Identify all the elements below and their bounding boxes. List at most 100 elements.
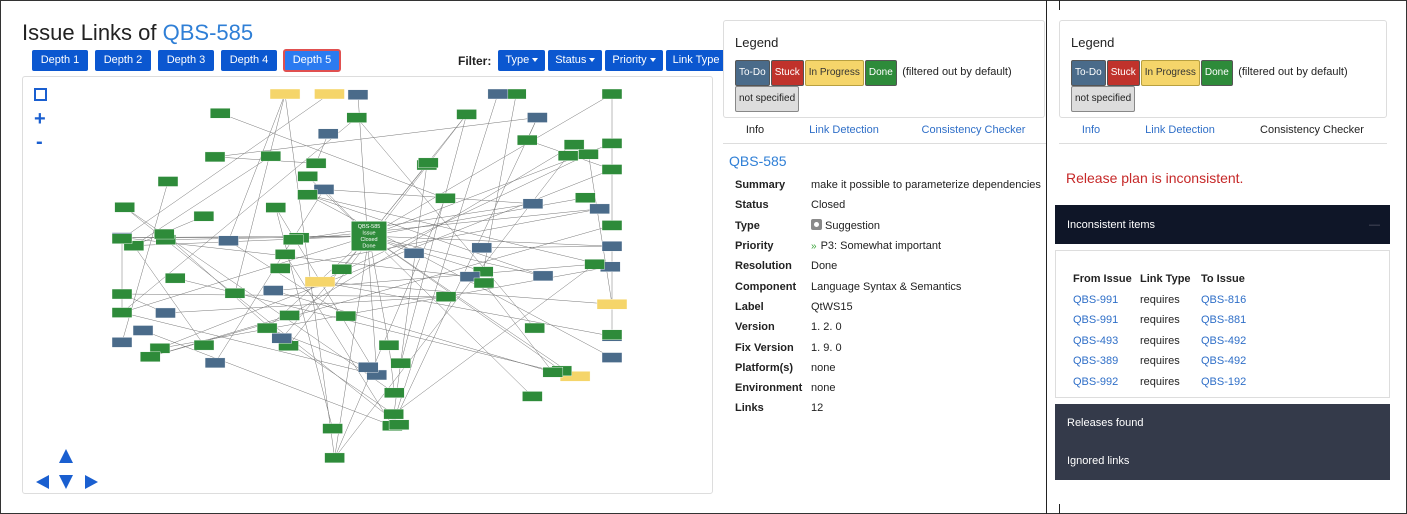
graph-node[interactable] (256, 322, 278, 334)
graph-node[interactable] (473, 277, 495, 289)
graph-node[interactable] (260, 150, 282, 162)
graph-node[interactable] (210, 108, 231, 119)
graph-node[interactable] (335, 310, 357, 322)
graph-node[interactable] (522, 391, 543, 402)
to-issue-link[interactable]: QBS-192 (1201, 376, 1261, 388)
zoom-in-icon[interactable]: + (34, 108, 46, 131)
graph-node[interactable] (524, 322, 545, 334)
graph-node[interactable] (487, 88, 509, 100)
graph-node[interactable] (601, 220, 623, 231)
from-issue-link[interactable]: QBS-389 (1073, 355, 1140, 367)
graph-node[interactable] (204, 357, 226, 369)
graph-node[interactable] (383, 408, 404, 420)
graph-node[interactable] (111, 288, 133, 300)
graph-node[interactable] (193, 211, 215, 222)
graph-node[interactable] (140, 351, 161, 363)
graph-node[interactable] (589, 203, 610, 215)
graph-node[interactable] (224, 287, 246, 299)
graph-node[interactable] (279, 310, 300, 321)
info-issue-key[interactable]: QBS-585 (729, 153, 787, 169)
graph-node[interactable] (575, 192, 596, 203)
graph-node[interactable] (601, 164, 623, 175)
graph-node[interactable] (388, 419, 410, 431)
graph-node[interactable] (111, 337, 133, 348)
graph-node[interactable] (435, 193, 456, 204)
graph-node[interactable] (378, 340, 400, 351)
graph-node[interactable] (265, 202, 286, 213)
graph-node[interactable] (601, 241, 623, 252)
graph-node[interactable] (557, 150, 579, 161)
graph-node[interactable] (132, 325, 154, 336)
graph-node[interactable] (305, 158, 327, 169)
filter-status-dropdown[interactable]: Status (548, 50, 603, 71)
arrow-up-icon[interactable] (59, 449, 73, 463)
graph-node[interactable] (471, 242, 492, 254)
graph-node[interactable] (532, 270, 554, 282)
ignored-links-header[interactable]: Ignored links (1055, 442, 1390, 480)
graph-node[interactable] (578, 149, 599, 160)
fit-view-icon[interactable] (34, 88, 47, 101)
from-issue-link[interactable]: QBS-493 (1073, 335, 1140, 347)
to-issue-link[interactable]: QBS-492 (1201, 355, 1261, 367)
from-issue-link[interactable]: QBS-991 (1073, 294, 1140, 306)
depth-3-button[interactable]: Depth 3 (158, 50, 214, 71)
arrow-down-icon[interactable] (59, 475, 73, 489)
graph-node[interactable] (271, 333, 292, 344)
arrow-left-icon[interactable] (36, 475, 49, 489)
graph-node[interactable] (263, 285, 284, 296)
from-issue-link[interactable]: QBS-992 (1073, 376, 1140, 388)
graph-node[interactable] (584, 259, 605, 270)
to-issue-link[interactable]: QBS-816 (1201, 294, 1261, 306)
graph-node[interactable] (297, 171, 318, 182)
graph-node[interactable] (154, 228, 175, 240)
graph-node[interactable] (384, 387, 405, 399)
arrow-right-icon[interactable] (85, 475, 98, 489)
tab-info[interactable]: Info (1059, 124, 1123, 136)
graph-node[interactable] (304, 276, 336, 288)
depth-2-button[interactable]: Depth 2 (95, 50, 151, 71)
graph-node[interactable] (403, 248, 425, 259)
zoom-out-icon[interactable]: - (36, 131, 43, 154)
graph-node[interactable] (322, 423, 343, 434)
graph-node[interactable] (282, 234, 304, 245)
graph-node[interactable] (601, 329, 623, 340)
graph-node[interactable] (269, 88, 301, 100)
graph-node[interactable] (165, 272, 186, 284)
graph-node[interactable] (324, 452, 345, 464)
graph-node[interactable] (506, 88, 527, 100)
depth-5-button[interactable]: Depth 5 (283, 49, 341, 72)
filter-priority-dropdown[interactable]: Priority (605, 50, 663, 71)
issue-link-graph[interactable]: QBS-585IssueClosedDone (22, 76, 712, 493)
graph-node[interactable] (596, 299, 628, 310)
graph-node[interactable] (270, 263, 291, 274)
depth-1-button[interactable]: Depth 1 (32, 50, 88, 71)
graph-node[interactable] (274, 249, 296, 260)
graph-node[interactable] (435, 291, 457, 302)
releases-found-header[interactable]: Releases found (1055, 404, 1390, 442)
tab-link-detection[interactable]: Link Detection (1123, 124, 1237, 136)
to-issue-link[interactable]: QBS-492 (1201, 335, 1261, 347)
tab-link-detection[interactable]: Link Detection (787, 124, 901, 136)
graph-node[interactable] (331, 264, 353, 275)
graph-node[interactable] (418, 157, 439, 169)
graph-node[interactable] (155, 307, 176, 319)
graph-node[interactable] (111, 307, 133, 318)
tab-consistency-checker[interactable]: Consistency Checker (1237, 124, 1387, 136)
graph-node[interactable] (601, 88, 623, 100)
graph-node[interactable] (601, 138, 623, 149)
graph-node[interactable] (601, 352, 623, 363)
graph-node[interactable] (542, 367, 564, 378)
tab-info[interactable]: Info (723, 124, 787, 136)
graph-node[interactable] (522, 198, 544, 209)
title-issue-key[interactable]: QBS-585 (163, 20, 254, 45)
graph-node[interactable] (114, 202, 135, 213)
to-issue-link[interactable]: QBS-881 (1201, 314, 1261, 326)
graph-node[interactable] (346, 112, 367, 123)
depth-4-button[interactable]: Depth 4 (221, 50, 277, 71)
graph-node[interactable] (347, 89, 369, 100)
graph-node[interactable] (204, 151, 226, 163)
graph-node[interactable] (218, 235, 239, 246)
graph-node[interactable] (157, 176, 179, 187)
graph-node[interactable] (527, 112, 548, 123)
graph-node[interactable] (317, 128, 339, 140)
